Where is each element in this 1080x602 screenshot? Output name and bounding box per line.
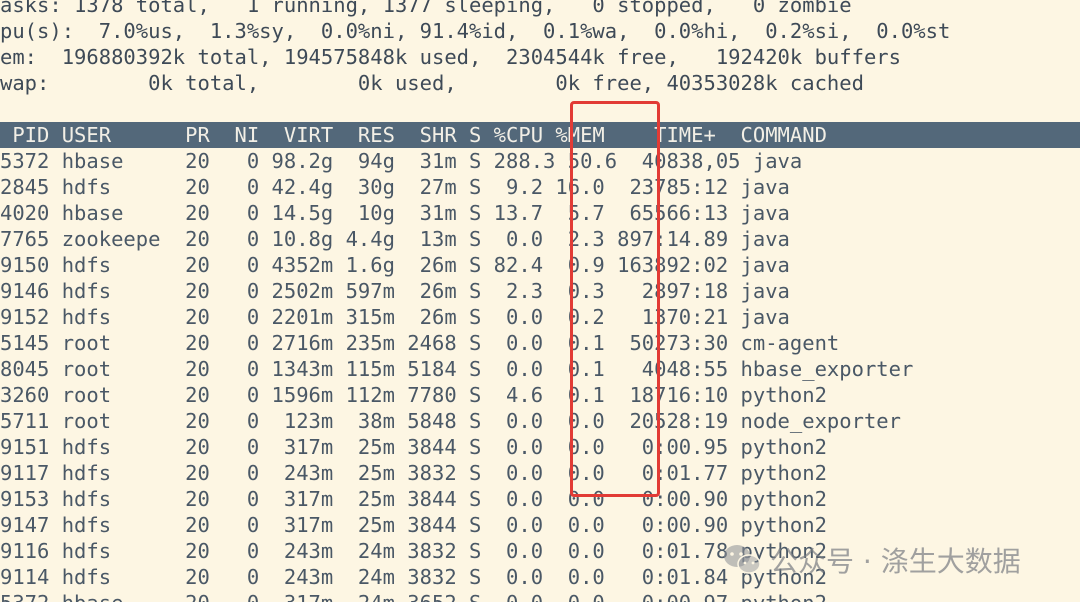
process-row: 3260 root 20 0 1596m 112m 7780 S 4.6 0.1…: [0, 383, 827, 407]
process-row: 9150 hdfs 20 0 4352m 1.6g 26m S 82.4 0.9…: [0, 253, 790, 277]
process-row: 5372 hbase 20 0 317m 24m 3652 S 0.0 0.0 …: [0, 590, 827, 602]
terminal-screen: asks: 1378 total, 1 running, 1377 sleepi…: [0, 0, 1080, 602]
process-row: 9114 hdfs 20 0 243m 24m 3832 S 0.0 0.0 0…: [0, 565, 827, 589]
wechat-icon: [722, 543, 762, 577]
cpu-summary: pu(s): 7.0%us, 1.3%sy, 0.0%ni, 91.4%id, …: [0, 19, 951, 43]
column-header: PID USER PR NI VIRT RES SHR S %CPU %MEM …: [0, 123, 827, 147]
watermark-text: 公众号 · 涤生大数据: [770, 545, 1021, 578]
process-row: 5372 hbase 20 0 98.2g 94g 31m S 288.3 50…: [0, 149, 803, 173]
process-row: 8045 root 20 0 1343m 115m 5184 S 0.0 0.1…: [0, 357, 914, 381]
process-row: 5145 root 20 0 2716m 235m 2468 S 0.0 0.1…: [0, 331, 840, 355]
process-row: 7765 zookeepe 20 0 10.8g 4.4g 13m S 0.0 …: [0, 227, 790, 251]
process-row: 9146 hdfs 20 0 2502m 597m 26m S 2.3 0.3 …: [0, 279, 790, 303]
swap-summary: wap: 0k total, 0k used, 0k free, 4035302…: [0, 71, 864, 95]
mem-column-highlight: [570, 101, 660, 497]
watermark: 公众号 · 涤生大数据: [722, 538, 1021, 582]
process-row: 2845 hdfs 20 0 42.4g 30g 27m S 9.2 16.0 …: [0, 175, 790, 199]
process-row: 4020 hbase 20 0 14.5g 10g 31m S 13.7 5.7…: [0, 201, 790, 225]
process-row: 5711 root 20 0 123m 38m 5848 S 0.0 0.0 2…: [0, 409, 901, 433]
process-row: 9152 hdfs 20 0 2201m 315m 26m S 0.0 0.2 …: [0, 305, 790, 329]
tasks-summary: asks: 1378 total, 1 running, 1377 sleepi…: [0, 0, 852, 17]
process-row: 9117 hdfs 20 0 243m 25m 3832 S 0.0 0.0 0…: [0, 461, 827, 485]
process-row: 9116 hdfs 20 0 243m 24m 3832 S 0.0 0.0 0…: [0, 539, 827, 563]
process-row: 9151 hdfs 20 0 317m 25m 3844 S 0.0 0.0 0…: [0, 435, 827, 459]
process-row: 9147 hdfs 20 0 317m 25m 3844 S 0.0 0.0 0…: [0, 513, 827, 537]
mem-summary: em: 196880392k total, 194575848k used, 2…: [0, 45, 901, 69]
process-row: 9153 hdfs 20 0 317m 25m 3844 S 0.0 0.0 0…: [0, 487, 827, 511]
